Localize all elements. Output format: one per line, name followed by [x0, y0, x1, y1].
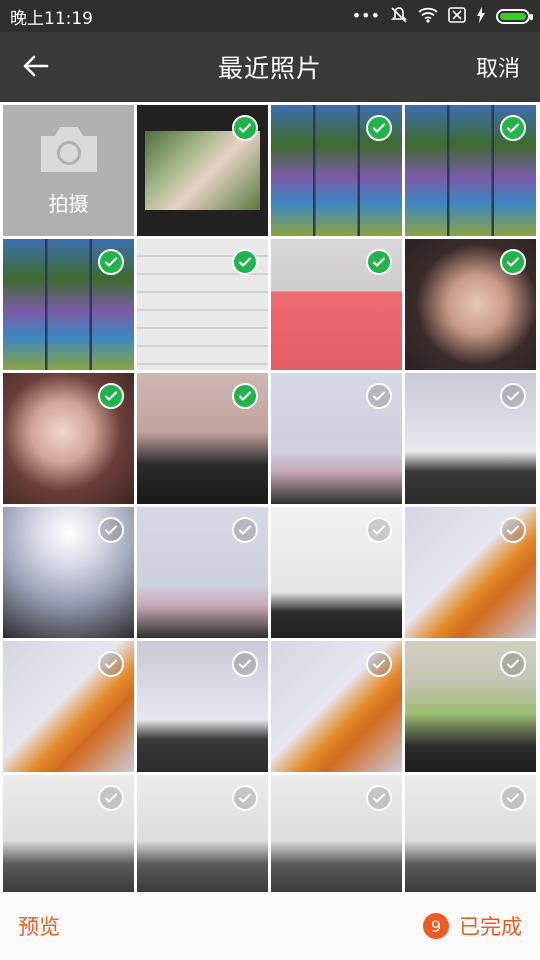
photo-thumbnail[interactable]	[137, 641, 268, 772]
preview-button[interactable]: 预览	[18, 911, 60, 941]
photo-thumbnail[interactable]	[271, 775, 402, 892]
unselected-check-icon[interactable]	[500, 651, 526, 677]
battery-icon	[496, 8, 533, 24]
more-dots-icon: •••	[351, 6, 380, 25]
selected-check-icon[interactable]	[366, 115, 392, 141]
photo-thumbnail[interactable]	[3, 641, 134, 772]
back-button[interactable]	[18, 50, 54, 86]
wifi-icon	[418, 7, 438, 26]
selected-check-icon[interactable]	[232, 249, 258, 275]
photo-thumbnail[interactable]	[3, 775, 134, 892]
photo-thumbnail[interactable]	[137, 105, 268, 236]
status-bar: 晚上11:19 •••	[0, 0, 540, 32]
mute-icon	[390, 6, 408, 27]
status-time: 晚上11:19	[10, 8, 93, 29]
unselected-check-icon[interactable]	[366, 517, 392, 543]
unselected-check-icon[interactable]	[500, 785, 526, 811]
photo-thumbnail[interactable]	[405, 775, 536, 892]
photo-thumbnail[interactable]	[405, 239, 536, 370]
unselected-check-icon[interactable]	[98, 651, 124, 677]
photo-grid: 拍摄	[0, 102, 540, 892]
unselected-check-icon[interactable]	[366, 785, 392, 811]
photo-thumbnail[interactable]	[3, 239, 134, 370]
selected-check-icon[interactable]	[500, 115, 526, 141]
photo-thumbnail[interactable]	[405, 507, 536, 638]
photo-thumbnail[interactable]	[405, 105, 536, 236]
selected-check-icon[interactable]	[366, 249, 392, 275]
selected-check-icon[interactable]	[98, 249, 124, 275]
photo-thumbnail[interactable]	[3, 507, 134, 638]
done-label: 已完成	[459, 915, 522, 939]
unselected-check-icon[interactable]	[232, 785, 258, 811]
unselected-check-icon[interactable]	[232, 517, 258, 543]
top-app-bar: 最近照片 取消	[0, 32, 540, 102]
photo-thumbnail[interactable]	[137, 775, 268, 892]
unselected-check-icon[interactable]	[366, 383, 392, 409]
unselected-check-icon[interactable]	[232, 651, 258, 677]
sim-off-icon	[448, 6, 466, 26]
unselected-check-icon[interactable]	[366, 651, 392, 677]
done-button[interactable]: 9 已完成	[423, 911, 522, 941]
photo-thumbnail[interactable]	[271, 507, 402, 638]
photo-thumbnail[interactable]	[137, 373, 268, 504]
unselected-check-icon[interactable]	[98, 517, 124, 543]
photo-thumbnail[interactable]	[271, 239, 402, 370]
photo-thumbnail[interactable]	[137, 507, 268, 638]
unselected-check-icon[interactable]	[500, 383, 526, 409]
unselected-check-icon[interactable]	[98, 785, 124, 811]
camera-tile[interactable]: 拍摄	[3, 105, 134, 236]
selected-check-icon[interactable]	[232, 383, 258, 409]
unselected-check-icon[interactable]	[500, 517, 526, 543]
selected-check-icon[interactable]	[98, 383, 124, 409]
selected-check-icon[interactable]	[500, 249, 526, 275]
camera-icon	[35, 124, 103, 178]
photo-thumbnail[interactable]	[405, 641, 536, 772]
photo-thumbnail[interactable]	[271, 373, 402, 504]
selected-count-badge: 9	[423, 913, 449, 939]
photo-thumbnail[interactable]	[271, 641, 402, 772]
charging-icon	[476, 6, 486, 26]
camera-label: 拍摄	[48, 192, 89, 216]
photo-thumbnail[interactable]	[405, 373, 536, 504]
photo-thumbnail[interactable]	[271, 105, 402, 236]
bottom-action-bar: 预览 9 已完成	[0, 892, 540, 960]
cancel-button[interactable]: 取消	[476, 32, 520, 102]
photo-thumbnail[interactable]	[137, 239, 268, 370]
status-icons: •••	[351, 6, 533, 27]
selected-check-icon[interactable]	[232, 115, 258, 141]
photo-thumbnail[interactable]	[3, 373, 134, 504]
arrow-left-icon	[21, 51, 51, 85]
page-title: 最近照片	[217, 54, 322, 83]
